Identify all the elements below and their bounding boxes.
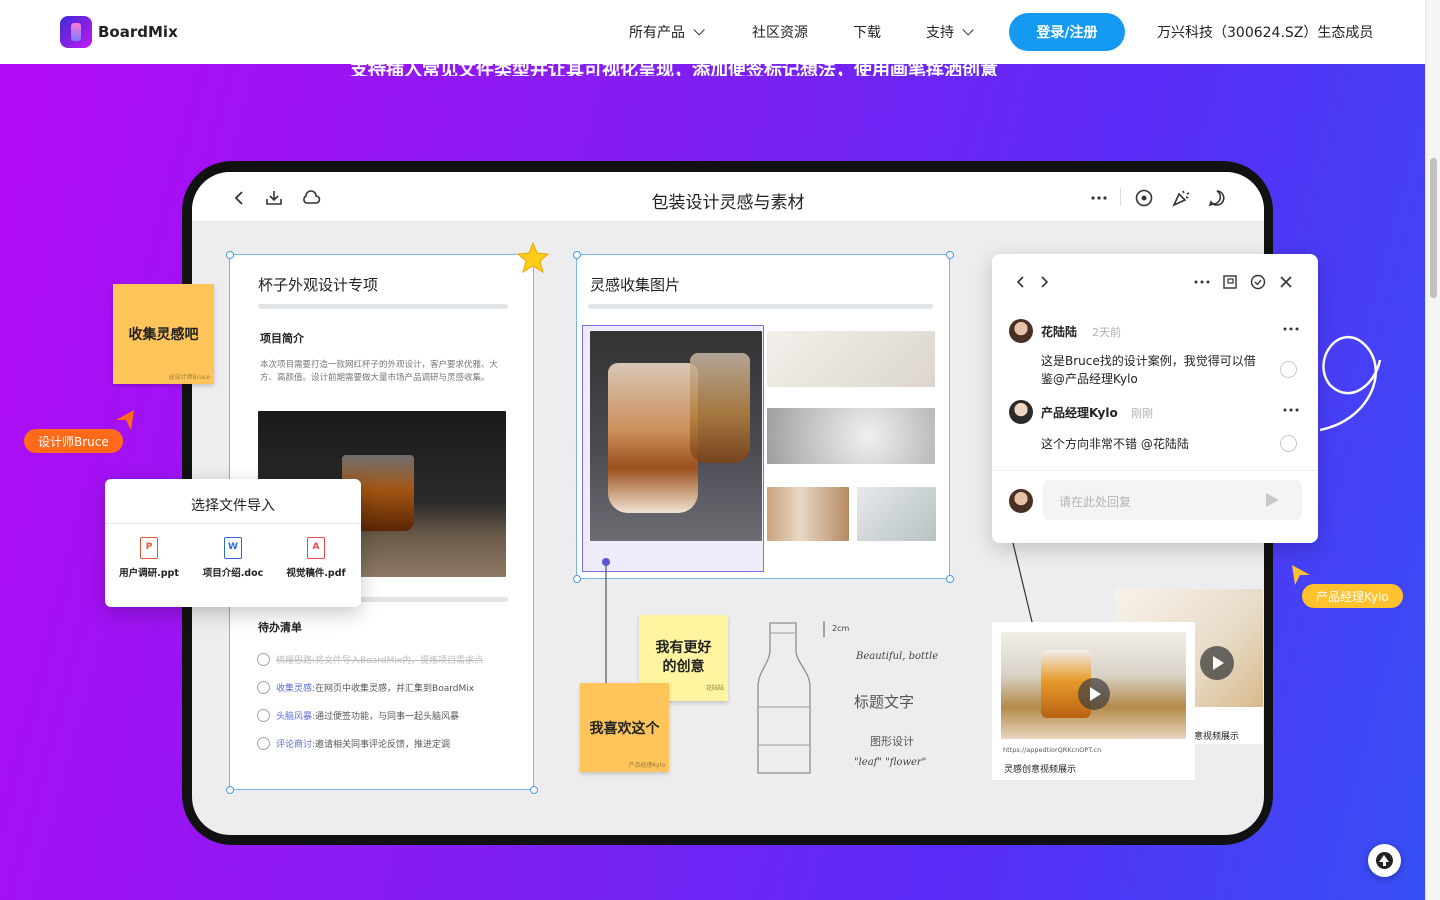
scrollbar-thumb[interactable] [1430,158,1437,298]
comment-author: 花陆陆 [1041,325,1078,339]
scroll-to-top-button[interactable] [1368,844,1401,877]
logo[interactable]: BoardMix [60,16,178,48]
prev-icon[interactable] [1014,274,1026,290]
more-icon[interactable] [1193,274,1211,290]
sticky-text: 我喜欢这个 [589,720,660,737]
comment-more-icon[interactable] [1282,405,1300,415]
chevron-down-icon [962,24,974,36]
play-icon[interactable] [1078,678,1110,710]
nav-support[interactable]: 支持 [926,22,974,42]
file-doc[interactable]: W 项目介绍.doc [193,537,273,579]
sticky-text: 收集灵感吧 [128,327,199,343]
sticky-text: 我有更好的创意 [655,640,712,675]
nav-products-label: 所有产品 [629,25,685,41]
cursor-yellow-icon [1292,565,1310,585]
avatar [1009,319,1033,343]
comment-time: 2天前 [1092,326,1121,339]
cursor-label-pm: 产品经理Kylo [1302,584,1403,608]
cursor-orange-icon [116,410,134,430]
file-name: 用户调研.ppt [119,568,179,579]
video-card[interactable]: https://appedtiorQRKcnOPT.cn 灵感创意视频展示 [992,622,1195,780]
ppt-file-icon: P [140,537,158,559]
modal-divider [105,523,361,524]
sticky-like[interactable]: 我喜欢这个 产品经理Kylo [580,683,669,772]
panel-divider [992,470,1318,471]
play-icon[interactable] [1200,646,1234,680]
resolve-icon[interactable] [1250,274,1266,290]
sketch-note: "leaf" "flower" [854,757,926,768]
comment-text: 这个方向非常不错 @花陆陆 [1041,437,1189,451]
reply-input[interactable]: 请在此处回复 [1043,480,1302,520]
chevron-down-icon [693,24,705,36]
white-scribble [1319,336,1382,432]
close-icon[interactable] [1278,274,1294,290]
emoji-react-icon[interactable] [1280,361,1297,378]
next-icon[interactable] [1039,274,1051,290]
nav-download-label: 下载 [853,25,881,41]
nav-community[interactable]: 社区资源 [752,22,808,42]
sticky-collect[interactable]: 收集灵感吧 @设计师Bruce [113,284,214,384]
file-ppt[interactable]: P 用户调研.ppt [109,537,189,579]
sticky-signature: 产品经理Kylo [628,762,665,769]
sketch-dimension: 2cm [832,624,849,633]
bottle-sketch: 2cm Beautiful, bottle 标题文字 图形设计 "leaf" "… [757,621,938,774]
cursor-label-designer: 设计师Bruce [24,429,123,453]
sketch-note: 图形设计 [870,735,914,748]
video-url[interactable]: https://appedtiorQRKcnOPT.cn [1003,746,1101,754]
file-name: 视觉稿件.pdf [286,568,346,579]
sketch-note: Beautiful, bottle [855,651,938,662]
comment-author: 产品经理Kylo [1041,406,1118,420]
page-scrollbar[interactable] [1425,0,1440,900]
comment-time: 刚刚 [1131,407,1153,420]
arrow-up-stem [1383,861,1386,866]
video-caption: 灵感创意视频展示 [1004,765,1077,775]
play-triangle [1090,687,1101,701]
top-nav: BoardMix 所有产品 社区资源 下载 支持 登录/注册 万兴科技（3006… [0,0,1425,64]
play-triangle [1213,656,1224,670]
sketch-note: 标题文字 [854,693,914,711]
nav-download[interactable]: 下载 [853,22,881,42]
expand-icon[interactable] [1222,274,1238,290]
comment-more-icon[interactable] [1282,324,1300,334]
pdf-file-icon: A [307,537,325,559]
file-pdf[interactable]: A 视觉稿件.pdf [276,537,356,579]
avatar [1009,489,1033,513]
connector-dot [602,558,610,566]
doc-file-icon: W [224,537,242,559]
sticky-signature: 花陆陆 [705,685,724,692]
boardmix-logo-icon [60,16,92,48]
logo-text: BoardMix [98,23,178,41]
import-modal[interactable]: 选择文件导入 P 用户调研.ppt W 项目介绍.doc A 视觉稿件.pdf [105,479,361,607]
file-name: 项目介绍.doc [202,568,264,579]
nav-support-label: 支持 [926,25,954,41]
nav-community-label: 社区资源 [752,25,808,41]
avatar [1009,400,1033,424]
comment-text: 这是Bruce找的设计案例，我觉得可以借鉴@产品经理Kylo [1041,354,1256,386]
sticky-signature: @设计师Bruce [168,374,210,381]
emoji-react-icon[interactable] [1280,435,1297,452]
login-button[interactable]: 登录/注册 [1009,13,1125,51]
send-icon[interactable] [1266,493,1279,507]
video-caption: 意视频展示 [1194,732,1240,742]
import-modal-title: 选择文件导入 [191,498,275,514]
nav-products[interactable]: 所有产品 [629,22,705,42]
ecosystem-link[interactable]: 万兴科技（300624.SZ）生态成员 [1157,22,1373,42]
connector-line [1012,542,1034,627]
